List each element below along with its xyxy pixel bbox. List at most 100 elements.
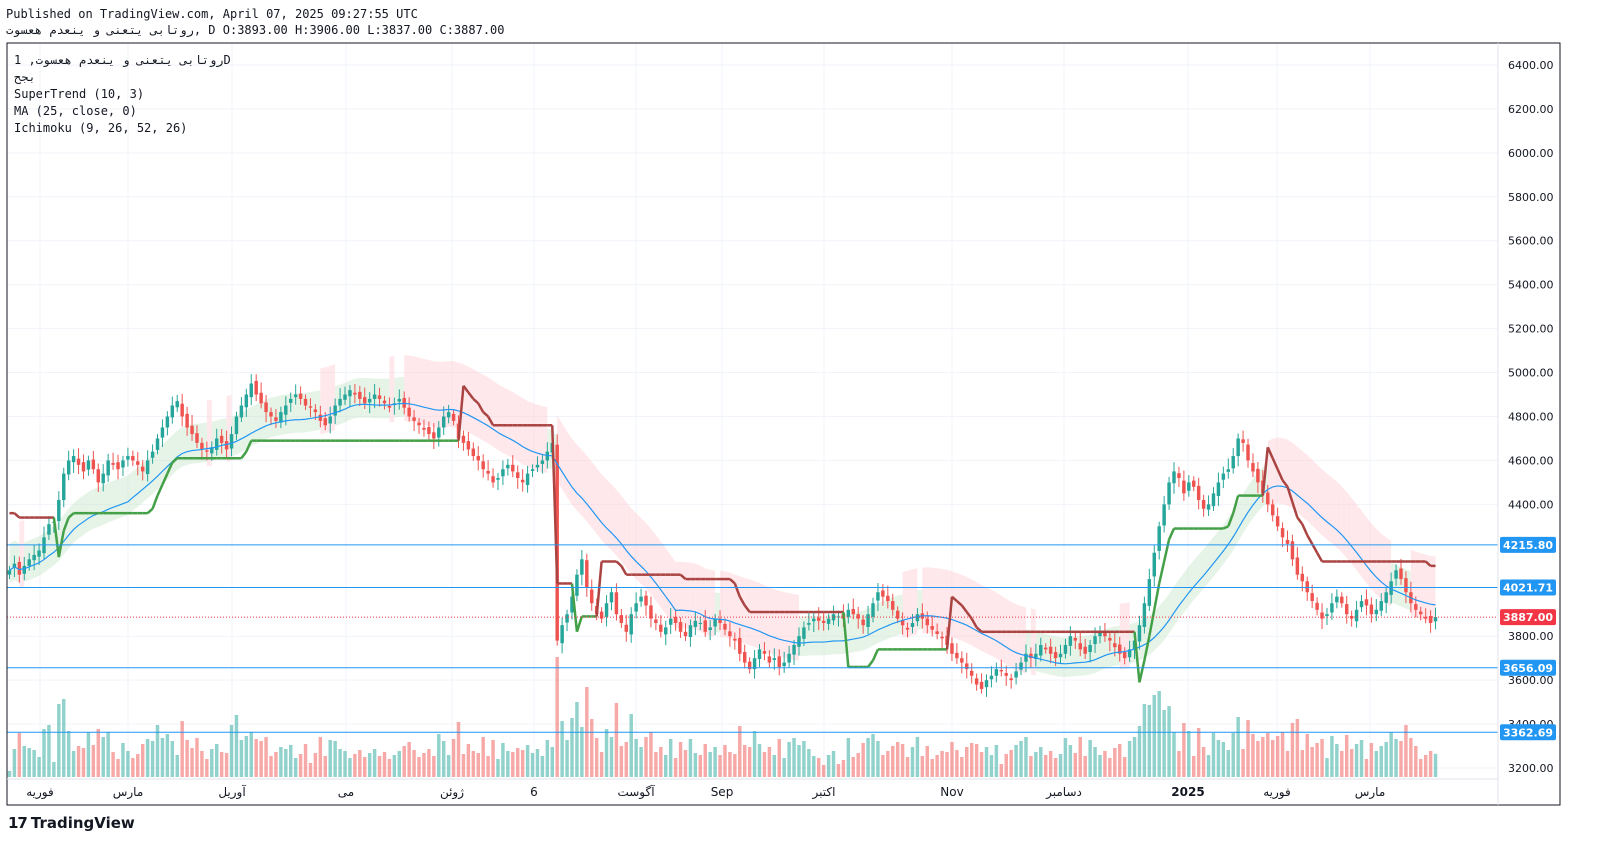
candle-body xyxy=(782,662,786,667)
volume-bar xyxy=(1024,737,1028,777)
candle-body xyxy=(614,592,619,615)
volume-bar xyxy=(1414,746,1418,777)
volume-bar xyxy=(1305,734,1309,777)
volume-bar xyxy=(1182,723,1186,777)
volume-bar xyxy=(210,749,214,777)
chart-canvas[interactable]: 6400.00 6200.00 6000.00 5800.00 5600.00 5400.… xyxy=(0,0,1598,858)
volume-bar xyxy=(1019,741,1023,777)
candle-body xyxy=(1270,504,1275,516)
candle-body xyxy=(358,391,362,399)
volume-bar xyxy=(27,748,31,777)
level-price-label: 4215.80 xyxy=(1503,539,1553,552)
volume-bar xyxy=(269,756,273,777)
cloud-segment xyxy=(655,534,661,608)
volume-bar xyxy=(841,760,846,777)
volume-bar xyxy=(747,747,752,777)
candle-body xyxy=(1251,463,1255,472)
cloud-segment xyxy=(1307,454,1313,526)
volume-bar xyxy=(451,739,456,777)
cloud-segment xyxy=(177,427,183,471)
candle-body xyxy=(940,636,944,639)
candle-body xyxy=(293,394,298,398)
cloud-segment xyxy=(527,400,533,469)
candle-body xyxy=(136,461,140,465)
volume-bar xyxy=(664,755,668,777)
price-tick-label: 4600.00 xyxy=(1508,454,1554,467)
price-axis: 6400.00 6200.00 6000.00 5800.00 5600.00 5400.… xyxy=(1500,59,1556,775)
candle-body xyxy=(298,393,303,399)
volume-bar xyxy=(698,755,703,777)
candle-body xyxy=(264,402,268,413)
candle-body xyxy=(688,625,693,638)
candle-body xyxy=(486,470,490,474)
volume-bar xyxy=(1172,732,1176,777)
cloud-segment xyxy=(73,498,79,543)
volume-bar xyxy=(1167,706,1171,777)
volume-bar xyxy=(792,738,796,777)
candle-body xyxy=(437,427,441,438)
legend-ma[interactable]: MA (25, close, 0) xyxy=(14,103,137,119)
cloud-segment xyxy=(784,592,790,660)
candle-body xyxy=(427,427,431,435)
candle-body xyxy=(910,623,915,627)
candle-body xyxy=(950,643,954,654)
tradingview-brand[interactable]: 17 TradingView xyxy=(8,814,135,832)
volume-bar xyxy=(259,741,263,777)
time-tick-label: آگوست xyxy=(617,784,655,800)
volume-bar xyxy=(1394,739,1398,777)
volume-bar xyxy=(1132,737,1137,777)
candle-body xyxy=(1053,652,1058,659)
cloud-segment xyxy=(616,489,622,562)
volume-bar xyxy=(742,745,747,777)
volume-bar xyxy=(777,739,781,777)
cloud-segment xyxy=(1326,473,1332,544)
volume-bar xyxy=(733,754,737,777)
volume-bar xyxy=(402,746,406,777)
cloud-segment xyxy=(596,467,602,541)
candle-body xyxy=(1019,662,1023,670)
volume-bar xyxy=(1221,742,1226,777)
cloud-segment xyxy=(1174,579,1179,626)
volume-bar xyxy=(644,737,648,777)
volume-bar xyxy=(239,740,244,777)
candle-body xyxy=(1048,646,1053,654)
cloud-segment xyxy=(1331,477,1337,548)
volume-bar xyxy=(974,744,979,777)
volume-bar xyxy=(367,753,372,777)
candle-body xyxy=(1364,599,1369,606)
volume-bar xyxy=(1103,751,1107,777)
volume-bar xyxy=(476,753,480,777)
volume-bar xyxy=(693,753,698,777)
volume-bar xyxy=(1433,753,1438,777)
cloud-segment xyxy=(1203,543,1209,589)
volume-bar xyxy=(575,702,579,777)
cloud-segment xyxy=(1085,634,1091,676)
time-tick-label: ژوئن xyxy=(440,785,464,800)
volume-bar xyxy=(205,759,209,777)
volume-bar xyxy=(274,752,278,777)
legend-supertrend[interactable]: SuperTrend (10, 3) xyxy=(14,86,144,102)
candle-body xyxy=(1305,581,1309,593)
candle-body xyxy=(289,398,293,403)
candle-body xyxy=(708,627,712,631)
legend-ichimoku[interactable]: Ichimoku (9, 26, 52, 26) xyxy=(14,120,187,136)
time-tick-label: آوریل xyxy=(218,784,246,800)
cloud-segment xyxy=(1213,530,1219,577)
cloud-segment xyxy=(182,425,188,467)
cloud-segment xyxy=(754,581,760,649)
volume-bar xyxy=(856,753,860,777)
candle-body xyxy=(190,425,194,435)
volume-bar xyxy=(1187,731,1191,777)
volume-bar xyxy=(1039,747,1043,777)
volume-bar xyxy=(935,755,939,777)
volume-bar xyxy=(1300,750,1305,777)
cloud-segment xyxy=(493,380,498,451)
time-tick-label: Nov xyxy=(940,785,963,799)
volume-bar xyxy=(1029,756,1033,777)
candle-body xyxy=(639,596,643,602)
candle-body xyxy=(466,441,471,450)
volume-bar xyxy=(1231,733,1235,777)
candle-body xyxy=(797,636,801,647)
candle-body xyxy=(738,637,742,654)
candle-body xyxy=(131,456,135,461)
